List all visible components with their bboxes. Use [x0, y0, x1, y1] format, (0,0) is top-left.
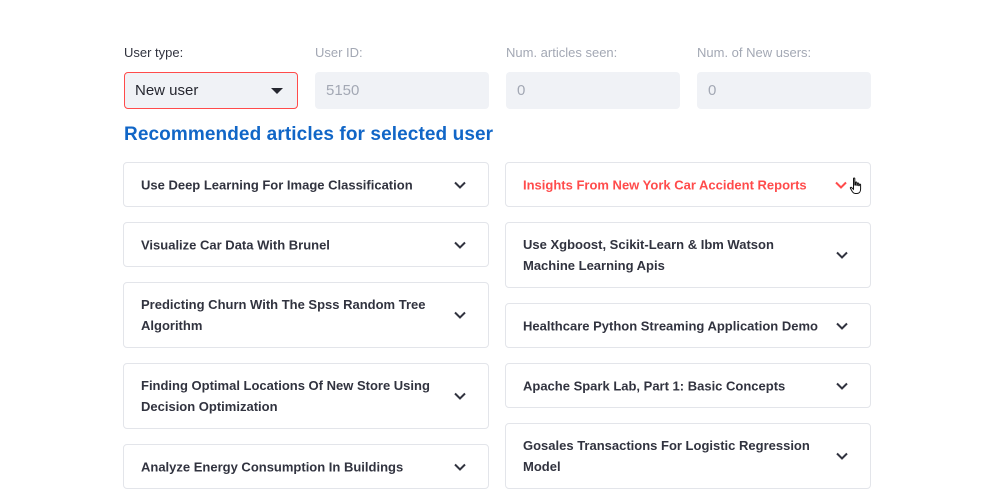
- article-expander-hovered[interactable]: Insights From New York Car Accident Repo…: [505, 162, 871, 207]
- num-new-input: 0: [697, 72, 871, 109]
- chevron-down-icon: [454, 181, 466, 189]
- chevron-down-icon: [836, 251, 848, 259]
- chevron-down-icon: [454, 241, 466, 249]
- article-title: Analyze Energy Consumption In Buildings: [141, 459, 404, 474]
- num-new-label: Num. of New users:: [697, 45, 812, 60]
- user-id-field: User ID: 5150: [315, 45, 489, 109]
- hand-cursor-icon: [849, 177, 863, 195]
- article-title: Insights From New York Car Accident Repo…: [523, 177, 807, 192]
- chevron-down-icon: [836, 382, 848, 390]
- num-seen-input: 0: [506, 72, 680, 109]
- user-type-label: User type:: [124, 45, 184, 60]
- article-expander[interactable]: Analyze Energy Consumption In Buildings: [123, 444, 489, 489]
- article-expander[interactable]: Visualize Car Data With Brunel: [123, 222, 489, 267]
- num-seen-label: Num. articles seen:: [506, 45, 618, 60]
- user-id-input: 5150: [315, 72, 489, 109]
- article-title: Apache Spark Lab, Part 1: Basic Concepts: [523, 378, 786, 393]
- user-type-field: User type: New user: [124, 45, 298, 109]
- chevron-down-icon: [835, 181, 847, 189]
- num-new-field: Num. of New users: 0: [697, 45, 871, 109]
- article-title: Use Deep Learning For Image Classificati…: [141, 177, 413, 192]
- article-title: Use Xgboost, Scikit-Learn & Ibm Watson M…: [523, 237, 774, 273]
- chevron-down-icon: [836, 452, 848, 460]
- user-type-value: New user: [135, 82, 199, 99]
- user-id-label: User ID:: [315, 45, 363, 60]
- chevron-down-icon: [454, 311, 466, 319]
- chevron-down-icon: [454, 392, 466, 400]
- article-title: Gosales Transactions For Logistic Regres…: [523, 438, 810, 474]
- article-expander[interactable]: Use Xgboost, Scikit-Learn & Ibm Watson M…: [505, 222, 871, 288]
- form-row: User type: New user User ID: 5150 Num. a…: [124, 45, 871, 109]
- article-expander[interactable]: Finding Optimal Locations Of New Store U…: [123, 363, 489, 429]
- article-title: Visualize Car Data With Brunel: [141, 237, 330, 252]
- article-expander[interactable]: Use Deep Learning For Image Classificati…: [123, 162, 489, 207]
- num-seen-field: Num. articles seen: 0: [506, 45, 680, 109]
- user-type-select[interactable]: New user: [124, 72, 298, 109]
- recommendations-heading: Recommended articles for selected user: [124, 124, 494, 145]
- article-title: Predicting Churn With The Spss Random Tr…: [141, 297, 426, 333]
- article-expander[interactable]: Apache Spark Lab, Part 1: Basic Concepts: [505, 363, 871, 408]
- article-expander[interactable]: Healthcare Python Streaming Application …: [505, 303, 871, 348]
- article-title: Finding Optimal Locations Of New Store U…: [141, 378, 430, 414]
- chevron-down-icon: [454, 463, 466, 471]
- article-expander[interactable]: Gosales Transactions For Logistic Regres…: [505, 423, 871, 489]
- chevron-down-icon: [836, 322, 848, 330]
- article-title: Healthcare Python Streaming Application …: [523, 318, 818, 333]
- caret-down-icon: [271, 88, 283, 94]
- article-expander[interactable]: Predicting Churn With The Spss Random Tr…: [123, 282, 489, 348]
